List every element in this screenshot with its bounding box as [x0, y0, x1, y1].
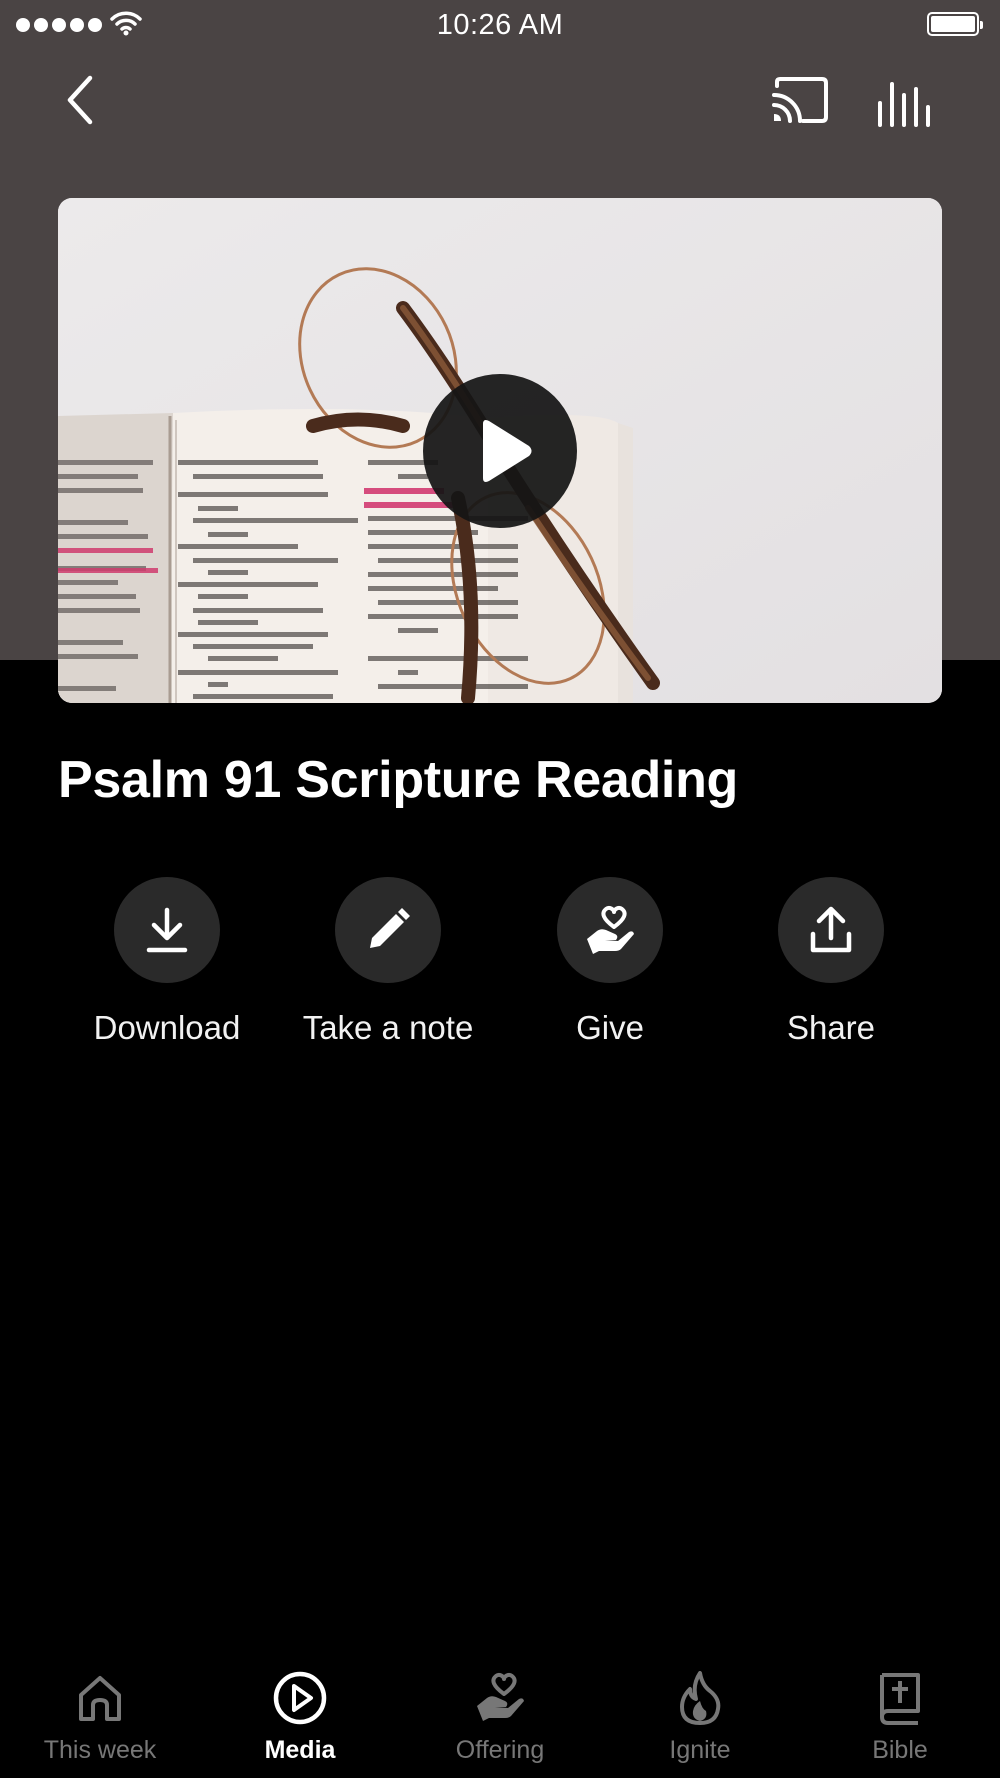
- audio-button[interactable]: [875, 80, 935, 128]
- cast-button[interactable]: [770, 72, 830, 128]
- tab-bible[interactable]: Bible: [800, 1668, 1000, 1765]
- heart-hand-icon: [587, 905, 634, 954]
- home-icon: [79, 1676, 121, 1721]
- audio-bars-icon: [878, 82, 930, 127]
- give-button[interactable]: Give: [500, 877, 720, 1047]
- tab-bar: This week Media Offering Ignite Bible: [0, 1668, 1000, 1778]
- play-button[interactable]: [423, 374, 577, 528]
- play-icon: [483, 420, 532, 482]
- download-label: Download: [93, 1009, 241, 1046]
- flame-icon: [680, 1671, 721, 1725]
- tab-this-week[interactable]: This week: [0, 1668, 200, 1765]
- take-note-button[interactable]: Take a note: [278, 877, 498, 1047]
- status-bar: 10:26 AM: [0, 0, 1000, 50]
- tab-ignite[interactable]: Ignite: [600, 1668, 800, 1765]
- pencil-icon: [370, 908, 410, 948]
- download-button[interactable]: Download: [57, 877, 277, 1047]
- share-label: Share: [786, 1009, 876, 1046]
- heart-hand-icon: [477, 1672, 524, 1721]
- take-note-label: Take a note: [302, 1009, 474, 1046]
- download-icon: [146, 907, 188, 953]
- tab-offering[interactable]: Offering: [400, 1668, 600, 1765]
- chevron-left-icon: [67, 75, 93, 125]
- give-label: Give: [576, 1009, 644, 1046]
- status-time: 10:26 AM: [436, 9, 564, 41]
- share-icon: [810, 906, 852, 953]
- play-circle-icon: [273, 1671, 327, 1725]
- tab-media[interactable]: Media: [200, 1668, 400, 1765]
- battery-icon: [927, 12, 983, 36]
- share-button[interactable]: Share: [721, 877, 941, 1047]
- cast-icon: [772, 77, 828, 123]
- back-button[interactable]: [55, 70, 105, 130]
- bible-icon: [880, 1673, 920, 1725]
- media-title: Psalm 91 Scripture Reading: [58, 751, 739, 809]
